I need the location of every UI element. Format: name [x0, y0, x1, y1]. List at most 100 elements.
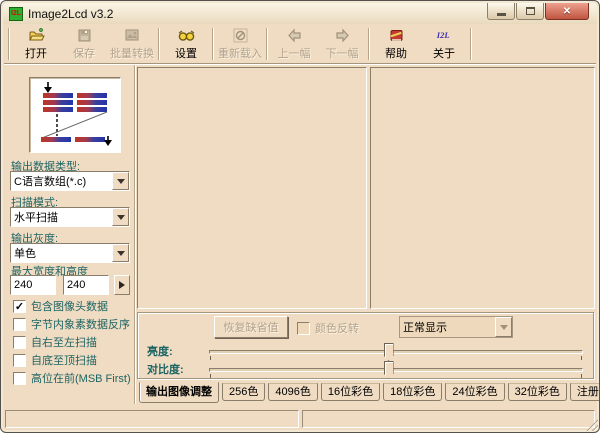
settings-button[interactable]: 设置 — [162, 25, 210, 63]
checkbox-include-header[interactable]: ✓ 包含图像头数据 — [13, 298, 108, 314]
toolbar-label: 关于 — [433, 45, 455, 61]
tab-18bit-color[interactable]: 18位彩色 — [383, 383, 442, 401]
checkbox-label: 高位在前(MSB First) — [31, 370, 131, 386]
checkbox-msb-first[interactable]: 高位在前(MSB First) — [13, 370, 131, 386]
tab-output-image-adjust[interactable]: 输出图像调整 — [139, 382, 219, 403]
tab-24bit-color[interactable]: 24位彩色 — [445, 383, 504, 401]
window-title: Image2Lcd v3.2 — [28, 7, 113, 21]
checkbox-label: 自右至左扫描 — [31, 334, 97, 350]
toolbar-label: 上一幅 — [278, 45, 311, 61]
tab-32bit-color[interactable]: 32位彩色 — [508, 383, 567, 401]
reload-button[interactable]: 重新载入 — [216, 25, 264, 63]
restore-defaults-button[interactable]: 恢复缺省值 — [214, 316, 288, 338]
grayscale-select[interactable]: 单色 — [10, 243, 130, 263]
window-controls — [486, 3, 589, 20]
toolbar-separator — [158, 28, 160, 60]
tab-bar: 输出图像调整 256色 4096色 16位彩色 18位彩色 24位彩色 32位彩… — [139, 383, 600, 403]
toolbar-label: 重新载入 — [218, 45, 262, 61]
scan-mode-value: 水平扫描 — [11, 209, 112, 225]
checkbox-box[interactable]: ✓ — [13, 300, 26, 313]
help-button[interactable]: 帮助 — [372, 25, 420, 63]
scan-mode-select[interactable]: 水平扫描 — [10, 207, 130, 227]
toolbar: 打开 保存 批量转换 设置 重新载入 上一幅 — [4, 24, 596, 64]
arrow-left-icon — [286, 27, 303, 44]
contrast-label: 对比度: — [147, 361, 184, 377]
input-image-panel — [137, 67, 367, 309]
checkbox-label: 包含图像头数据 — [31, 298, 108, 314]
chevron-down-icon[interactable] — [112, 244, 129, 262]
max-height-input[interactable] — [63, 275, 109, 295]
chevron-down-icon[interactable] — [495, 317, 512, 337]
max-width-input[interactable] — [10, 275, 56, 295]
close-button[interactable] — [545, 3, 589, 20]
adjust-panel: 恢复缺省值 颜色反转 正常显示 亮度: 对比度: 输出图像调整 256色 409… — [137, 312, 595, 409]
batch-convert-button[interactable]: 批量转换 — [108, 25, 156, 63]
minimize-icon — [497, 13, 506, 16]
contrast-slider[interactable] — [209, 368, 583, 372]
toolbar-separator — [368, 28, 370, 60]
minimize-button[interactable] — [487, 3, 515, 20]
output-type-select[interactable]: C语言数组(*.c) — [10, 171, 130, 191]
checkbox-box[interactable] — [13, 372, 26, 385]
tab-16bit-color[interactable]: 16位彩色 — [321, 383, 380, 401]
chevron-down-icon[interactable] — [112, 172, 129, 190]
next-image-button[interactable]: 下一幅 — [318, 25, 366, 63]
toolbar-separator — [266, 28, 268, 60]
checkbox-label: 字节内象素数据反序 — [31, 316, 130, 332]
checkbox-scan-bottom-to-top[interactable]: 自底至顶扫描 — [13, 352, 97, 368]
arrow-right-icon — [334, 27, 351, 44]
help-book-icon — [388, 27, 405, 44]
toolbar-label: 保存 — [73, 45, 95, 61]
output-preview-panel — [370, 67, 595, 309]
sidebar: 输出数据类型: C语言数组(*.c) 扫描模式: 水平扫描 输出灰度: 单色 最… — [5, 65, 133, 404]
status-cell-left — [5, 410, 299, 428]
chevron-down-icon[interactable] — [112, 208, 129, 226]
apply-size-button[interactable] — [114, 275, 130, 295]
checkbox-reverse-pixel-order[interactable]: 字节内象素数据反序 — [13, 316, 130, 332]
reload-icon — [232, 27, 249, 44]
batch-convert-icon — [124, 27, 141, 44]
display-mode-select[interactable]: 正常显示 — [399, 316, 513, 338]
checkbox-label: 颜色反转 — [315, 320, 359, 336]
glasses-icon — [178, 27, 195, 44]
toolbar-label: 下一幅 — [326, 45, 359, 61]
sidebar-divider — [134, 65, 136, 404]
toolbar-label: 打开 — [25, 45, 47, 61]
maximize-icon — [526, 7, 535, 15]
open-folder-icon — [28, 27, 45, 44]
output-type-value: C语言数组(*.c) — [11, 173, 112, 189]
titlebar[interactable]: I2L Image2Lcd v3.2 — [3, 3, 597, 24]
app-window: I2L Image2Lcd v3.2 打开 保存 批量转换 — [0, 0, 600, 433]
toolbar-separator — [8, 28, 10, 60]
checkbox-box[interactable] — [13, 318, 26, 331]
close-icon — [563, 5, 571, 17]
maximize-button[interactable] — [516, 3, 544, 20]
brightness-slider[interactable] — [209, 350, 583, 354]
checkbox-scan-right-to-left[interactable]: 自右至左扫描 — [13, 334, 97, 350]
triangle-right-icon — [119, 281, 125, 289]
tab-256-color[interactable]: 256色 — [222, 383, 265, 401]
app-logo-icon: I2L — [9, 7, 23, 21]
previous-image-button[interactable]: 上一幅 — [270, 25, 318, 63]
checkbox-box[interactable] — [297, 322, 310, 335]
about-button[interactable]: I2L 关于 — [420, 25, 468, 63]
checkbox-label: 自底至顶扫描 — [31, 352, 97, 368]
status-cell-right — [302, 410, 595, 428]
open-button[interactable]: 打开 — [12, 25, 60, 63]
save-floppy-icon — [76, 27, 93, 44]
brightness-label: 亮度: — [147, 343, 173, 359]
toolbar-separator — [212, 28, 214, 60]
color-invert-checkbox[interactable]: 颜色反转 — [297, 320, 359, 336]
toolbar-label: 帮助 — [385, 45, 407, 61]
checkbox-box[interactable] — [13, 336, 26, 349]
save-button[interactable]: 保存 — [60, 25, 108, 63]
toolbar-label: 批量转换 — [110, 45, 154, 61]
toolbar-label: 设置 — [175, 45, 197, 61]
i2l-logo-icon: I2L — [436, 27, 453, 44]
checkbox-box[interactable] — [13, 354, 26, 367]
display-mode-value: 正常显示 — [400, 319, 495, 335]
tab-register[interactable]: 注册 — [570, 383, 600, 401]
grayscale-value: 单色 — [11, 245, 112, 261]
status-bar — [5, 410, 595, 428]
tab-4096-color[interactable]: 4096色 — [268, 383, 317, 401]
